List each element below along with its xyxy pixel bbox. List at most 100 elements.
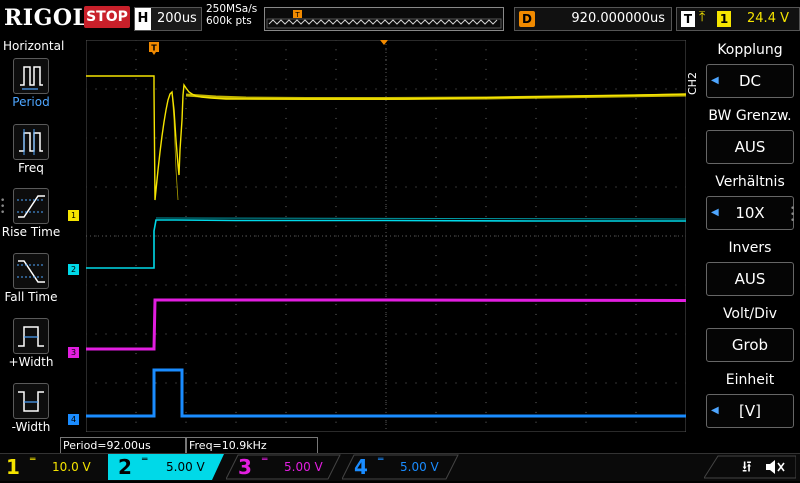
grid-dot [105, 186, 107, 188]
grid-dot [185, 147, 187, 149]
grid-dot [185, 166, 187, 168]
grid-dot [555, 333, 557, 335]
ch4-status[interactable]: 4 ═ 5.00 V [342, 454, 460, 480]
invert-value: AUS [734, 270, 766, 288]
probe-ratio-menu-item[interactable]: Verhältnis ◀ 10X [704, 174, 796, 236]
grid-dot [135, 108, 137, 110]
grid-dot [365, 333, 367, 335]
grid-dot [125, 382, 127, 384]
probe-ratio-title: Verhältnis [715, 174, 785, 190]
grid-dot [685, 333, 687, 335]
grid-dot [425, 333, 427, 335]
grid-dot [165, 137, 167, 139]
grid-dot [195, 333, 197, 335]
grid-dot [535, 294, 537, 296]
grid-dot [165, 284, 167, 286]
invert-menu-item[interactable]: Invers AUS [704, 240, 796, 302]
grid-dot [445, 382, 447, 384]
grid-dot [195, 284, 197, 286]
invert-value-box[interactable]: AUS [706, 262, 794, 296]
grid-dot [665, 284, 667, 286]
measure-period-button[interactable]: Period [0, 58, 62, 118]
grid-dot [235, 333, 237, 335]
grid-dot [415, 284, 417, 286]
grid-dot [385, 117, 387, 119]
waveform-area[interactable]: T [85, 39, 687, 433]
grid-dot [235, 166, 237, 168]
bandwidth-limit-value-box[interactable]: AUS [706, 130, 794, 164]
waveform-display[interactable]: T [85, 39, 687, 433]
grid-dot [495, 284, 497, 286]
grid-dot [575, 382, 577, 384]
grid-dot [425, 186, 427, 188]
grid-dot [285, 39, 287, 41]
grid-dot [355, 333, 357, 335]
ch3-level-marker[interactable]: 3 [68, 347, 79, 358]
trigger-box[interactable]: T ⤒ 1 24.4 V [676, 7, 800, 31]
grid-dot [445, 137, 447, 139]
grid-dot [485, 421, 487, 423]
ch3-status[interactable]: 3 ═ 5.00 V [226, 454, 342, 480]
volts-div-menu-item[interactable]: Volt/Div Grob [704, 306, 796, 368]
grid-dot [165, 382, 167, 384]
ch4-level-marker[interactable]: 4 [68, 414, 79, 425]
grid-dot [675, 382, 677, 384]
grid-dot [135, 59, 137, 61]
grid-dot [115, 284, 117, 286]
grid-dot [515, 235, 517, 237]
measure-rise-time-button[interactable]: Rise Time [0, 188, 62, 248]
run-stop-status[interactable]: STOP [84, 6, 130, 28]
speaker-mute-icon[interactable] [764, 458, 786, 476]
measure-positive-width-button[interactable]: +Width [0, 318, 62, 378]
grid-dot [485, 362, 487, 364]
grid-dot [285, 411, 287, 413]
delay-box[interactable]: D 920.000000us [514, 7, 672, 31]
grid-dot [435, 196, 437, 198]
measure-fall-time-button[interactable]: Fall Time [0, 253, 62, 313]
grid-dot [685, 235, 687, 237]
grid-dot [435, 137, 437, 139]
unit-menu-item[interactable]: Einheit ◀ [V] [704, 372, 796, 434]
bandwidth-limit-menu-item[interactable]: BW Grenzw. AUS [704, 108, 796, 170]
grid-dot [275, 137, 277, 139]
grid-dot [395, 137, 397, 139]
ch2-status[interactable]: 2 ═ 5.00 V [108, 454, 226, 480]
grid-dot [155, 235, 157, 237]
grid-dot [85, 382, 87, 384]
grid-dot [135, 382, 137, 384]
grid-dot [665, 333, 667, 335]
grid-dot [285, 215, 287, 217]
grid-dot [655, 88, 657, 90]
measure-negative-width-button[interactable]: -Width [0, 383, 62, 443]
coupling-value-box[interactable]: ◀ DC [706, 64, 794, 98]
grid-dot [115, 137, 117, 139]
grid-dot [315, 382, 317, 384]
grid-dot [585, 49, 587, 51]
memory-position-bar[interactable]: T [264, 7, 504, 31]
rigol-logo: RIGOL [4, 5, 89, 31]
grid-dot [285, 147, 287, 149]
grid-dot [435, 108, 437, 110]
grid-dot [655, 382, 657, 384]
measure-freq-button[interactable]: Freq [0, 124, 62, 184]
grid-dot [335, 343, 337, 345]
grid-dot [445, 186, 447, 188]
memory-depth: 600k pts [206, 15, 252, 27]
horizontal-scale-box[interactable]: H 200us [134, 7, 202, 31]
grid-dot [485, 402, 487, 404]
grid-dot [585, 313, 587, 315]
grid-dot [235, 49, 237, 51]
coupling-menu-item[interactable]: Kopplung ◀ DC [704, 42, 796, 104]
ch1-status[interactable]: 1 ═ 10.0 V [0, 454, 110, 480]
probe-ratio-value-box[interactable]: ◀ 10X [706, 196, 794, 230]
grid-dot [265, 137, 267, 139]
volts-div-value-box[interactable]: Grob [706, 328, 794, 362]
ch1-level-marker[interactable]: 1 [68, 210, 79, 221]
grid-dot [535, 402, 537, 404]
grid-dot [615, 284, 617, 286]
grid-dot [555, 186, 557, 188]
ch2-level-marker[interactable]: 2 [68, 264, 79, 275]
grid-dot [585, 88, 587, 90]
unit-value-box[interactable]: ◀ [V] [706, 394, 794, 428]
grid-dot [585, 215, 587, 217]
